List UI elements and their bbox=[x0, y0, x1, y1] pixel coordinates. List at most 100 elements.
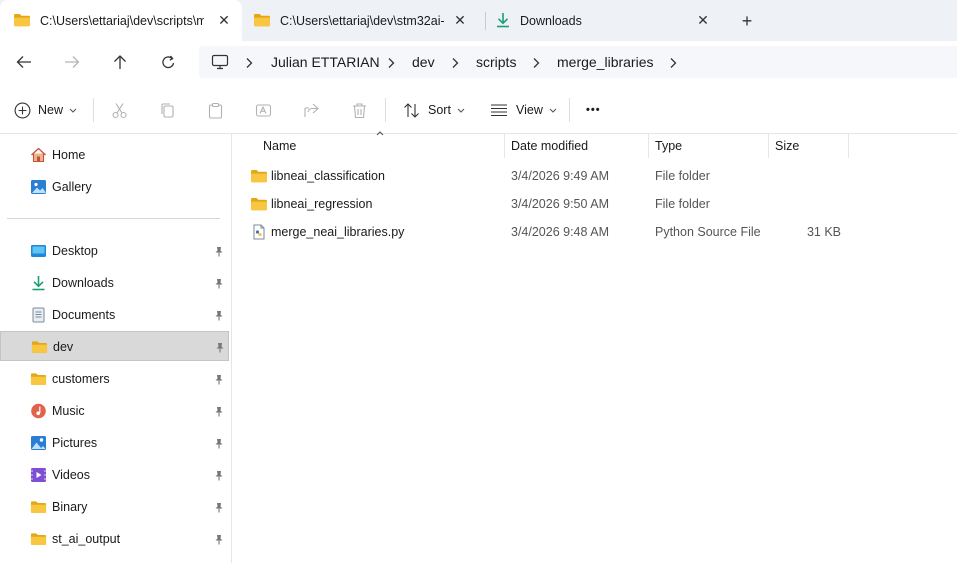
new-button[interactable]: New bbox=[14, 98, 77, 122]
pin-icon[interactable] bbox=[214, 502, 224, 513]
paste-button[interactable] bbox=[207, 98, 224, 122]
breadcrumb-scripts[interactable]: scripts bbox=[476, 54, 516, 70]
sort-icon bbox=[404, 102, 419, 118]
tab-label: C:\Users\ettariaj\dev\scripts\merge_libr… bbox=[40, 14, 204, 28]
toolbar-separator bbox=[385, 98, 386, 122]
column-header-type[interactable]: Type bbox=[655, 134, 682, 158]
sidebar-item-customers[interactable]: customers bbox=[0, 364, 229, 394]
file-name: merge_neai_libraries.py bbox=[271, 225, 405, 239]
chevron-right-icon bbox=[669, 57, 677, 69]
forward-button[interactable] bbox=[59, 51, 85, 73]
folder-icon bbox=[13, 12, 31, 28]
back-button[interactable] bbox=[11, 51, 37, 73]
tab-stm32ai[interactable]: C:\Users\ettariaj\dev\stm32ai- ✕ bbox=[242, 0, 478, 41]
folder-icon bbox=[30, 531, 47, 547]
file-row[interactable]: merge_neai_libraries.py 3/4/2026 9:48 AM… bbox=[233, 218, 953, 246]
refresh-button[interactable] bbox=[155, 51, 181, 73]
toolbar-separator bbox=[569, 98, 570, 122]
close-icon[interactable]: ✕ bbox=[694, 11, 712, 29]
chevron-down-icon bbox=[457, 108, 465, 113]
sidebar-item-downloads[interactable]: Downloads bbox=[0, 268, 229, 298]
sidebar-item-pictures[interactable]: Pictures bbox=[0, 428, 229, 458]
music-icon bbox=[31, 403, 46, 419]
file-row[interactable]: libneai_regression 3/4/2026 9:50 AM File… bbox=[233, 190, 953, 218]
view-button[interactable]: View bbox=[490, 98, 557, 122]
tab-downloads[interactable]: Downloads ✕ bbox=[486, 0, 722, 41]
close-icon[interactable]: ✕ bbox=[451, 11, 469, 29]
folder-icon bbox=[30, 371, 47, 387]
sidebar-item-gallery[interactable]: Gallery bbox=[0, 172, 229, 202]
new-label: New bbox=[38, 103, 64, 117]
column-separator[interactable] bbox=[504, 134, 505, 158]
copy-button[interactable] bbox=[159, 98, 176, 122]
folder-icon bbox=[31, 339, 48, 355]
chevron-right-icon bbox=[451, 57, 459, 69]
tab-merge-libraries[interactable]: C:\Users\ettariaj\dev\scripts\merge_libr… bbox=[0, 0, 242, 41]
pin-icon[interactable] bbox=[214, 534, 224, 545]
sidebar-item-label: Gallery bbox=[52, 180, 92, 194]
home-icon bbox=[31, 147, 46, 163]
sort-label: Sort bbox=[428, 103, 451, 117]
chevron-right-icon bbox=[387, 57, 395, 69]
navigation-pane: Home Gallery Desktop Downloads Documents… bbox=[0, 134, 232, 563]
sidebar-item-home[interactable]: Home bbox=[0, 140, 229, 170]
share-button[interactable] bbox=[303, 98, 320, 122]
column-header-date-modified[interactable]: Date modified bbox=[511, 134, 588, 158]
sidebar-item-binary[interactable]: Binary bbox=[0, 492, 229, 522]
cut-button[interactable] bbox=[111, 98, 128, 122]
arrow-right-icon bbox=[65, 56, 80, 68]
file-date: 3/4/2026 9:50 AM bbox=[511, 197, 609, 211]
chevron-right-icon bbox=[245, 57, 253, 69]
sidebar-divider bbox=[7, 218, 220, 219]
pin-icon[interactable] bbox=[214, 406, 224, 417]
file-name: libneai_regression bbox=[271, 197, 373, 211]
pin-icon[interactable] bbox=[215, 342, 225, 353]
pin-icon[interactable] bbox=[214, 278, 224, 289]
file-type: File folder bbox=[655, 169, 710, 183]
sidebar-item-st-ai-output[interactable]: st_ai_output bbox=[0, 524, 229, 554]
chevron-right-icon bbox=[532, 57, 540, 69]
delete-button[interactable] bbox=[351, 98, 368, 122]
chevron-down-icon bbox=[549, 108, 557, 113]
sidebar-item-label: Desktop bbox=[52, 244, 98, 258]
breadcrumb-julian-ettarian[interactable]: Julian ETTARIAN bbox=[271, 54, 380, 70]
pin-icon[interactable] bbox=[214, 438, 224, 449]
desktop-icon bbox=[31, 245, 46, 257]
file-row[interactable]: libneai_classification 3/4/2026 9:49 AM … bbox=[233, 162, 953, 190]
pin-icon[interactable] bbox=[214, 470, 224, 481]
more-options-button[interactable]: ••• bbox=[586, 98, 601, 122]
sidebar-item-label: Binary bbox=[52, 500, 88, 514]
file-type: Python Source File bbox=[655, 225, 761, 239]
address-bar[interactable]: Julian ETTARIAN dev scripts merge_librar… bbox=[199, 46, 957, 78]
scissors-icon bbox=[112, 102, 127, 118]
up-button[interactable] bbox=[107, 51, 133, 73]
close-icon[interactable]: ✕ bbox=[215, 11, 233, 29]
computer-icon bbox=[211, 54, 229, 70]
sidebar-item-label: Pictures bbox=[52, 436, 98, 450]
pin-icon[interactable] bbox=[214, 246, 224, 257]
sort-button[interactable]: Sort bbox=[403, 98, 465, 122]
plus-circle-icon bbox=[14, 102, 31, 118]
tab-strip: C:\Users\ettariaj\dev\scripts\merge_libr… bbox=[0, 0, 957, 41]
column-separator[interactable] bbox=[648, 134, 649, 158]
sidebar-item-documents[interactable]: Documents bbox=[0, 300, 229, 330]
breadcrumb-dev[interactable]: dev bbox=[412, 54, 435, 70]
column-header-name[interactable]: Name bbox=[263, 134, 296, 158]
file-type: File folder bbox=[655, 197, 710, 211]
tab-label: C:\Users\ettariaj\dev\stm32ai- bbox=[280, 14, 444, 28]
rename-button[interactable] bbox=[255, 98, 272, 122]
pin-icon[interactable] bbox=[214, 374, 224, 385]
sidebar-item-desktop[interactable]: Desktop bbox=[0, 236, 229, 266]
sidebar-item-music[interactable]: Music bbox=[0, 396, 229, 426]
navigation-bar: Julian ETTARIAN dev scripts merge_librar… bbox=[0, 41, 957, 85]
sort-ascending-icon bbox=[376, 131, 384, 136]
column-separator[interactable] bbox=[848, 134, 849, 158]
pin-icon[interactable] bbox=[214, 310, 224, 321]
column-separator[interactable] bbox=[768, 134, 769, 158]
column-header-size[interactable]: Size bbox=[775, 134, 799, 158]
sidebar-item-dev[interactable]: dev bbox=[0, 331, 229, 361]
new-tab-button[interactable]: + bbox=[736, 10, 758, 32]
folder-icon bbox=[250, 196, 268, 212]
sidebar-item-videos[interactable]: Videos bbox=[0, 460, 229, 490]
breadcrumb-merge-libraries[interactable]: merge_libraries bbox=[557, 54, 653, 70]
